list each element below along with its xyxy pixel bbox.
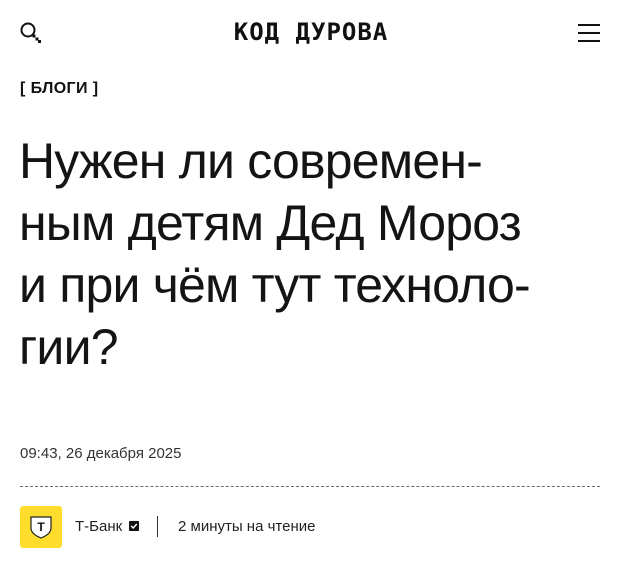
logo-letter: Т [37, 520, 45, 534]
author-avatar[interactable]: Т [20, 506, 62, 548]
category-tag[interactable]: [ БЛОГИ ] [20, 80, 99, 98]
publish-date: 09:43, 26 декабря 2025 [20, 445, 182, 462]
title-line: и при чём тут техноло- [19, 257, 531, 313]
author-name[interactable]: Т-Банк [75, 518, 122, 535]
search-button[interactable] [17, 19, 45, 47]
site-logo[interactable]: КОД ДУРОВА [225, 18, 397, 46]
menu-button[interactable] [578, 22, 602, 44]
menu-line [578, 32, 600, 34]
title-line: Нужен ли современ- [19, 133, 483, 189]
tbank-shield-icon: Т [30, 516, 52, 539]
hamburger-menu-icon [578, 24, 600, 26]
title-line: гии? [19, 319, 119, 375]
dashed-divider [20, 486, 600, 487]
menu-line [578, 40, 600, 42]
article-title: Нужен ли современ- ным детям Дед Мороз и… [19, 130, 609, 378]
title-line: ным детям Дед Мороз [19, 195, 522, 251]
site-header: КОД ДУРОВА [0, 0, 620, 66]
meta-separator [157, 516, 158, 537]
read-time: 2 минуты на чтение [178, 518, 316, 535]
search-icon [20, 22, 41, 43]
verified-badge-icon [129, 521, 139, 531]
